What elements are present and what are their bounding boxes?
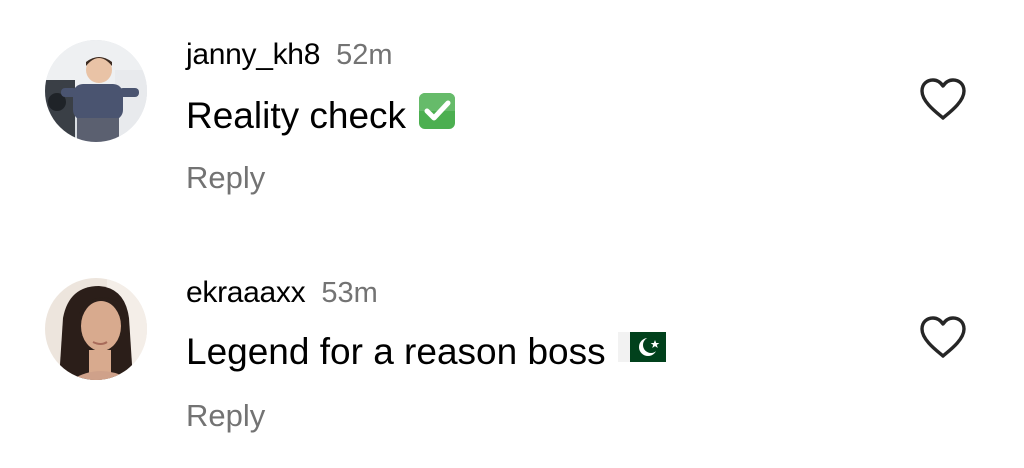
avatar[interactable]: [45, 278, 147, 380]
heart-outline-icon: [920, 78, 966, 120]
comment-timestamp: 52m: [336, 39, 393, 71]
reply-button[interactable]: Reply: [186, 398, 265, 434]
comment-item: janny_kh8 52m Reality check Reply: [0, 28, 1024, 228]
avatar-photo: [45, 278, 147, 380]
comment-header: janny_kh8 52m: [186, 38, 393, 74]
avatar-photo: [45, 40, 147, 142]
username-link[interactable]: ekraaaxx: [186, 276, 306, 310]
like-button[interactable]: [918, 76, 968, 122]
check-mark-button-icon: [418, 92, 456, 139]
heart-outline-icon: [920, 316, 966, 358]
comment-body: Legend for a reason boss: [186, 330, 606, 372]
comment-header: ekraaaxx 53m: [186, 276, 378, 312]
comment-text: Legend for a reason boss: [186, 330, 666, 373]
comment-text: Reality check: [186, 92, 456, 139]
comment-timestamp: 53m: [321, 277, 378, 309]
avatar[interactable]: [45, 40, 147, 142]
like-button[interactable]: [918, 314, 968, 360]
username-link[interactable]: janny_kh8: [186, 38, 320, 72]
reply-button[interactable]: Reply: [186, 160, 265, 196]
comment-body: Reality check: [186, 94, 407, 136]
pakistan-flag-icon: [617, 330, 666, 373]
comment-item: ekraaaxx 53m Legend for a reason boss Re…: [0, 266, 1024, 466]
